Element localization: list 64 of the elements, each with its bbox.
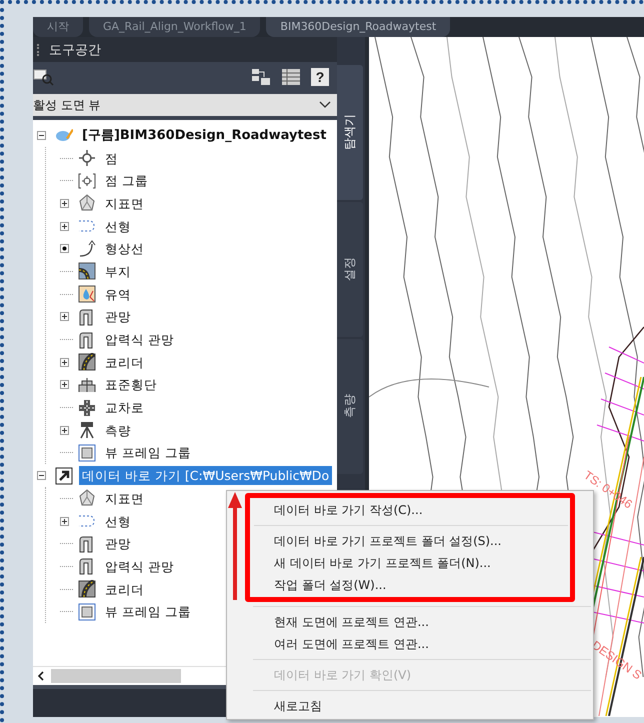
- tree-item[interactable]: 코리더: [102, 352, 147, 372]
- side-tab[interactable]: 탐색기: [337, 65, 363, 200]
- scrollbar-thumb[interactable]: [51, 669, 181, 683]
- grid-view-icon[interactable]: [281, 68, 301, 86]
- hatch-line: [604, 372, 644, 390]
- pentagon-icon: [78, 194, 96, 212]
- panel-title: 도구공간: [49, 42, 101, 58]
- menu-item[interactable]: 새 데이터 바로 가기 프로젝트 폴더(N)...: [250, 552, 570, 574]
- menu-item[interactable]: 데이터 바로 가기 프로젝트 폴더 설정(S)...: [250, 530, 570, 552]
- hatch-line: [596, 424, 644, 442]
- side-tab[interactable]: 설정: [337, 202, 363, 337]
- document-tab[interactable]: BIM360Design_Roadwaytest: [266, 17, 450, 37]
- hatch-line: [600, 398, 644, 416]
- cross-section-icon: [78, 376, 96, 394]
- road-icon: [78, 580, 96, 598]
- chevron-down-icon: [319, 101, 331, 109]
- water-drop-icon: [78, 285, 96, 304]
- view-dropdown[interactable]: 활성 도면 뷰: [33, 94, 337, 116]
- frame-icon: [78, 444, 96, 462]
- tree-item[interactable]: 관망: [102, 534, 134, 554]
- tree-item[interactable]: 교차로: [102, 398, 147, 418]
- hatch-line: [608, 346, 644, 364]
- road-tile-icon: [78, 262, 96, 280]
- tree-item[interactable]: 압력식 관망: [102, 556, 177, 576]
- tree-item[interactable]: 선형: [102, 512, 134, 531]
- document-tab[interactable]: 시작: [33, 17, 83, 37]
- crosshair-icon: [78, 149, 96, 168]
- frame-icon: [78, 602, 96, 621]
- dropdown-value: 활성 도면 뷰: [33, 96, 101, 114]
- tree-item[interactable]: 점 그룹: [102, 171, 151, 190]
- tree-item[interactable]: 측량: [102, 420, 134, 440]
- tripod-icon: [78, 421, 96, 440]
- help-button[interactable]: ?: [311, 68, 329, 86]
- tree-item[interactable]: 유역: [102, 284, 134, 304]
- tree-item[interactable]: 선형: [102, 216, 134, 236]
- tree-item[interactable]: 관망: [102, 307, 134, 326]
- tree-item[interactable]: 부지: [102, 262, 134, 281]
- scroll-left-icon[interactable]: [37, 671, 45, 681]
- hierarchy-icon[interactable]: [251, 68, 271, 86]
- document-tab[interactable]: GA_Rail_Align_Workflow_1: [89, 17, 260, 37]
- menu-item[interactable]: 현재 도면에 프로젝트 연관...: [227, 611, 593, 633]
- tree-item[interactable]: 지표면: [102, 194, 147, 213]
- curved-arrow-icon: [78, 240, 96, 258]
- tree-item[interactable]: 표준횡단: [102, 375, 160, 394]
- tree-item[interactable]: 압력식 관망: [102, 330, 177, 350]
- bracketed-crosshair-icon: [78, 172, 96, 190]
- tree-item[interactable]: 데이터 바로 가기 [C:₩Users₩Public₩Do: [79, 466, 332, 486]
- menu-item[interactable]: 새로고침: [227, 695, 593, 717]
- road-icon: [78, 353, 96, 372]
- tree-item[interactable]: 뷰 프레임 그룹: [102, 602, 194, 622]
- side-tab[interactable]: 측량: [337, 339, 363, 474]
- tree-item[interactable]: 형상선: [102, 239, 147, 258]
- tree-item[interactable]: 지표면: [102, 488, 147, 508]
- tree-item[interactable]: 점: [102, 148, 121, 168]
- menu-item[interactable]: 여러 도면에 프로젝트 연관...: [227, 633, 593, 655]
- pentagon-icon: [78, 489, 96, 508]
- crossroad-icon: [78, 398, 96, 417]
- tree-item[interactable]: 코리더: [102, 580, 147, 599]
- menu-item[interactable]: 데이터 바로 가기 작성(C)...: [250, 499, 570, 521]
- tree-item[interactable]: 뷰 프레임 그룹: [102, 443, 194, 462]
- grip-icon[interactable]: [37, 44, 41, 56]
- zoom-icon[interactable]: [33, 68, 55, 86]
- tree-item[interactable]: [구름]BIM360Design_Roadwaytest: [79, 126, 330, 145]
- menu-item[interactable]: 작업 폴더 설정(W)...: [250, 574, 570, 596]
